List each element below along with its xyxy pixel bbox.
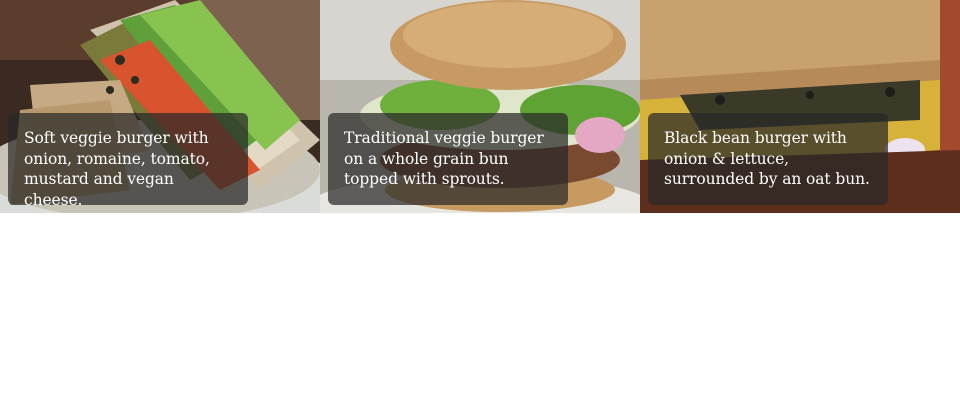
gallery-card[interactable]: Soft veggie burger with onion, romaine, … <box>0 0 320 213</box>
caption: Soft veggie burger with onion, romaine, … <box>8 113 248 209</box>
gallery-card[interactable]: Black bean burger with onion & lettuce, … <box>640 0 960 213</box>
image-gallery: Soft veggie burger with onion, romaine, … <box>0 0 960 213</box>
gallery-card[interactable]: Traditional veggie burger on a whole gra… <box>320 0 640 213</box>
caption: Traditional veggie burger on a whole gra… <box>328 113 568 205</box>
caption: Black bean burger with onion & lettuce, … <box>648 113 888 205</box>
empty-area <box>0 213 960 400</box>
